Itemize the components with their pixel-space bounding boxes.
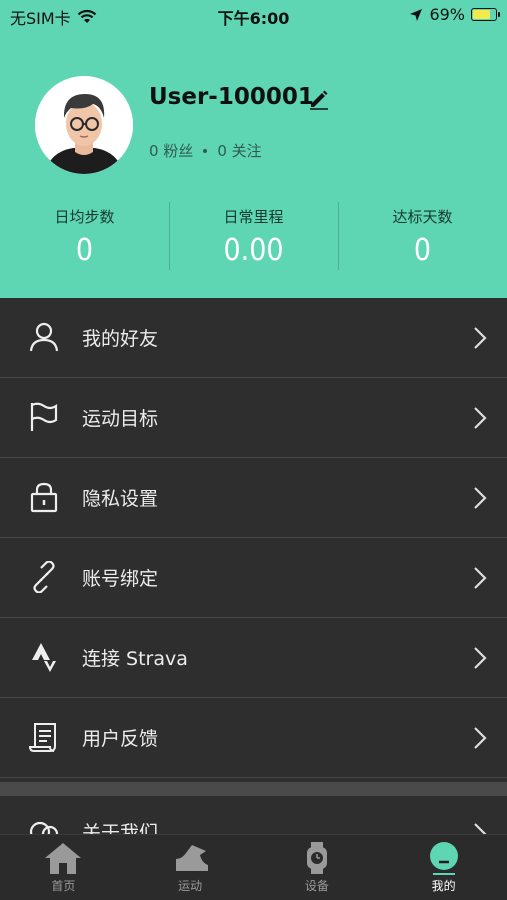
tab-sport[interactable]: 运动 [127, 835, 254, 900]
menu-item-friends[interactable]: 我的好友 [0, 298, 507, 378]
menu-label: 我的好友 [82, 328, 159, 350]
chevron-right-icon [474, 327, 487, 349]
tab-device[interactable]: 设备 [254, 835, 381, 900]
location-arrow-icon [410, 8, 423, 21]
stat-daily-distance: 日常里程 0.00 [169, 200, 338, 270]
status-bar: 无SIM卡 下午6:00 69% [0, 0, 507, 30]
stats-row: 日均步数 0 日常里程 0.00 达标天数 0 [0, 200, 507, 270]
home-icon [45, 843, 82, 874]
flag-icon [30, 402, 58, 431]
section-divider [0, 782, 507, 796]
settings-menu: 我的好友 运动目标 隐私设置 账号绑定 连接 Strava 用户反馈 [0, 298, 507, 778]
pencil-icon[interactable] [308, 88, 330, 110]
chevron-right-icon [474, 647, 487, 669]
menu-item-privacy[interactable]: 隐私设置 [0, 458, 507, 538]
tab-home[interactable]: 首页 [0, 835, 127, 900]
tab-me[interactable]: 我的 [380, 835, 507, 900]
stat-label: 日均步数 [54, 208, 115, 226]
menu-label: 连接 Strava [82, 648, 188, 670]
stat-label: 达标天数 [392, 208, 453, 226]
menu-item-goals[interactable]: 运动目标 [0, 378, 507, 458]
tab-label: 运动 [178, 879, 203, 893]
watch-icon [306, 842, 327, 874]
stat-label: 日常里程 [223, 208, 284, 226]
strava-icon [32, 643, 56, 672]
menu-label: 隐私设置 [82, 488, 159, 510]
chevron-right-icon [474, 567, 487, 589]
feedback-icon [28, 723, 56, 752]
menu-label: 运动目标 [82, 408, 159, 430]
avatar[interactable] [35, 76, 133, 174]
tab-label: 首页 [51, 879, 76, 893]
fans-count[interactable]: 0 粉丝 [149, 140, 193, 161]
tab-label: 设备 [304, 879, 329, 893]
person-icon [29, 322, 59, 352]
social-counts: 0 粉丝 0 关注 [149, 140, 262, 161]
menu-item-account-binding[interactable]: 账号绑定 [0, 538, 507, 618]
username: User-100001 [149, 84, 314, 110]
chevron-right-icon [474, 727, 487, 749]
me-icon [429, 842, 458, 875]
chevron-right-icon [474, 407, 487, 429]
separator-dot [203, 148, 208, 153]
menu-item-strava[interactable]: 连接 Strava [0, 618, 507, 698]
stat-daily-steps: 日均步数 0 [0, 200, 169, 270]
stat-value: 0.00 [223, 233, 284, 268]
menu-label: 账号绑定 [82, 568, 159, 590]
bottom-tab-bar: 首页 运动 设备 我的 [0, 834, 507, 900]
following-count[interactable]: 0 关注 [217, 140, 261, 161]
stat-value: 0 [75, 233, 94, 268]
link-icon [33, 561, 55, 593]
profile-header: 无SIM卡 下午6:00 69% User-100001 0 粉丝 0 关注 日… [0, 0, 507, 298]
chevron-right-icon [474, 487, 487, 509]
menu-item-about[interactable]: 关于我们 [0, 796, 507, 836]
shoe-icon [176, 845, 209, 871]
stat-goal-days: 达标天数 0 [338, 200, 507, 270]
battery-percent: 69% [429, 5, 465, 24]
menu-label: 用户反馈 [82, 728, 159, 750]
tab-label: 我的 [431, 879, 456, 893]
lock-icon [30, 482, 58, 513]
menu-item-feedback[interactable]: 用户反馈 [0, 698, 507, 778]
battery-icon [471, 8, 500, 21]
stat-value: 0 [413, 233, 432, 268]
